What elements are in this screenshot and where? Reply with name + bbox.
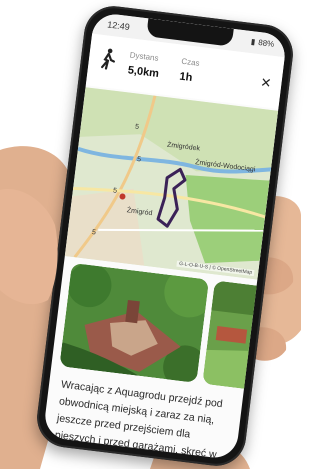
photo-scene: 12:49 ▮ 88% Dystans 5,0km Czas 1h ✕ Żmig…: [0, 0, 301, 469]
thumb: [0, 189, 58, 305]
